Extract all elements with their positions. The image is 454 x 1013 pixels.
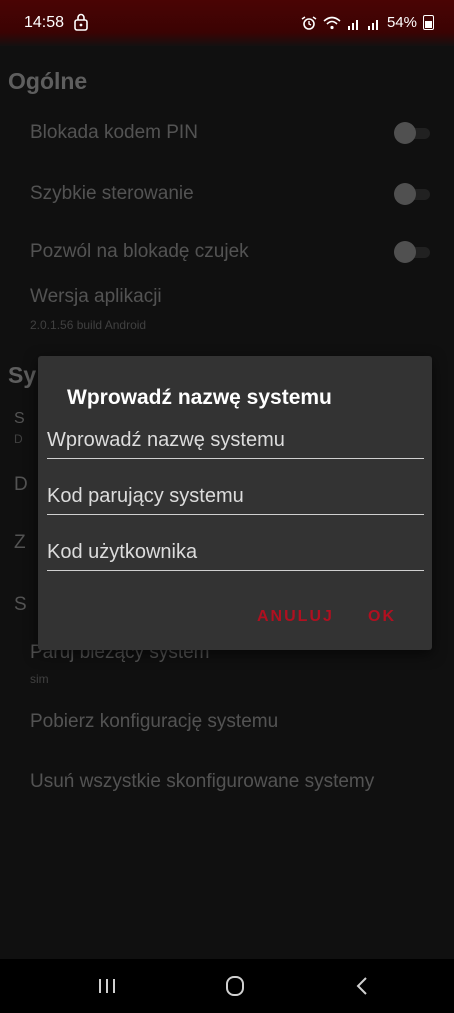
battery-percent: 54% bbox=[386, 14, 417, 31]
home-icon[interactable] bbox=[222, 974, 248, 998]
settings-screen: Ogólne Blokada kodem PIN Szybkie sterowa… bbox=[0, 46, 454, 959]
back-icon[interactable] bbox=[350, 974, 376, 998]
status-bar: 14:58 54% bbox=[0, 0, 454, 46]
status-time: 14:58 bbox=[24, 14, 65, 31]
signal-icon-2 bbox=[367, 19, 378, 30]
user-code-input[interactable] bbox=[47, 534, 424, 570]
wifi-icon bbox=[323, 16, 341, 29]
status-icons: 54% bbox=[301, 14, 434, 31]
recent-apps-icon[interactable] bbox=[94, 974, 120, 998]
user-code-field[interactable] bbox=[47, 534, 424, 571]
system-name-field[interactable] bbox=[47, 422, 424, 459]
battery-icon bbox=[423, 15, 434, 30]
alarm-icon bbox=[301, 15, 317, 30]
ok-button[interactable]: OK bbox=[368, 608, 396, 626]
system-name-dialog: Wprowadź nazwę systemu ANULUJ OK bbox=[38, 356, 432, 650]
pairing-code-field[interactable] bbox=[47, 478, 424, 515]
dialog-title: Wprowadź nazwę systemu bbox=[67, 386, 332, 409]
signal-icon bbox=[347, 19, 358, 30]
lock-icon bbox=[74, 13, 88, 31]
cancel-button[interactable]: ANULUJ bbox=[257, 608, 334, 626]
pairing-code-input[interactable] bbox=[47, 478, 424, 514]
system-name-input[interactable] bbox=[47, 422, 424, 458]
navigation-bar bbox=[0, 959, 454, 1013]
